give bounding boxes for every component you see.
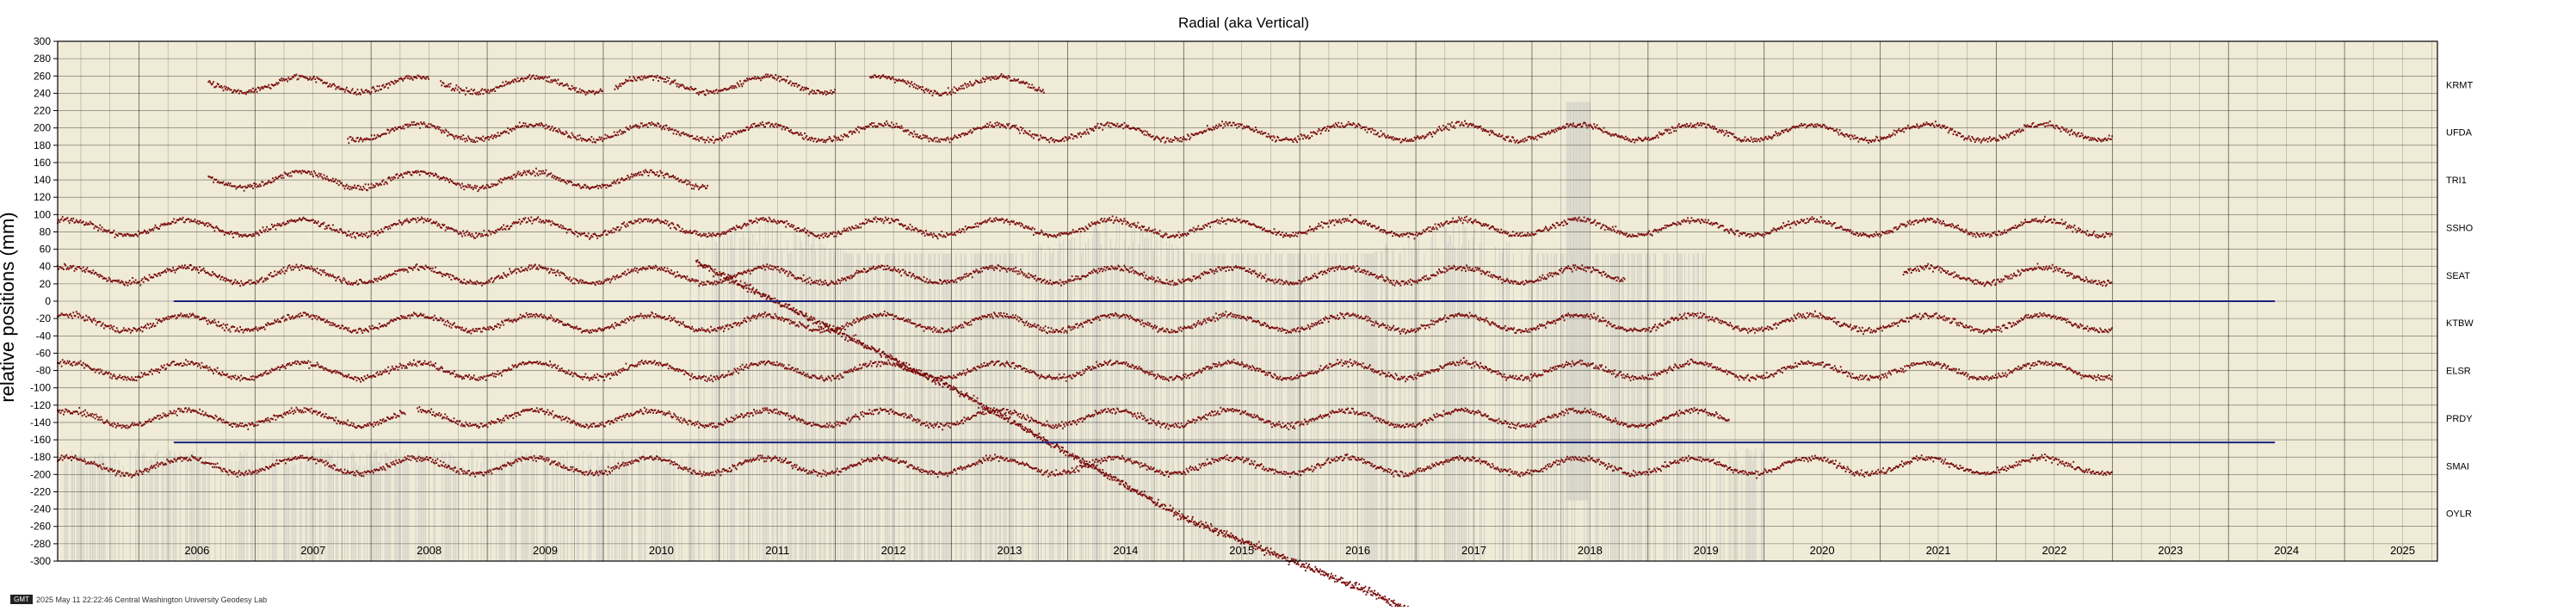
x-tick-label: 2019 bbox=[1694, 544, 1719, 557]
chart-title: Radial (aka Vertical) bbox=[1178, 15, 1309, 31]
y-tick-label: 120 bbox=[34, 191, 51, 203]
x-tick-label: 2021 bbox=[1926, 544, 1951, 557]
x-tick-label: 2018 bbox=[1578, 544, 1603, 557]
y-tick-label: 280 bbox=[34, 52, 51, 65]
y-tick-label: 60 bbox=[40, 244, 52, 256]
y-tick-label: -100 bbox=[30, 382, 51, 394]
chart-canvas: Radial (aka Vertical) relative positions… bbox=[0, 0, 2576, 611]
y-tick-label: -80 bbox=[36, 365, 52, 377]
plot-area: KRMT UFDA TRI1 SSHO SEAT KTBW ELSR PRDY SMAI OYLR… bbox=[30, 35, 2474, 611]
y-tick-label: 140 bbox=[34, 174, 51, 186]
y-tick-label: -220 bbox=[30, 485, 51, 497]
station-label-ktbw: KTBW bbox=[2446, 318, 2474, 329]
footer-timestamp: 2025 May 11 22:22:46 Central Washington … bbox=[36, 596, 268, 604]
x-tick-label: 2010 bbox=[649, 544, 674, 557]
y-tick-label: -180 bbox=[30, 451, 51, 463]
y-tick-label: 240 bbox=[34, 87, 51, 99]
station-label-oylr: OYLR bbox=[2446, 509, 2472, 520]
x-tick-label: 2023 bbox=[2158, 544, 2183, 557]
x-tick-label: 2014 bbox=[1113, 544, 1138, 557]
gmt-logo: GMT bbox=[10, 595, 33, 604]
station-label-ssho: SSHO bbox=[2446, 223, 2474, 233]
y-tick-label: 180 bbox=[34, 139, 51, 151]
station-label-tri1: TRI1 bbox=[2446, 176, 2467, 186]
station-label-seat: SEAT bbox=[2446, 271, 2470, 281]
station-label-smai: SMAI bbox=[2446, 461, 2469, 472]
y-tick-label: -160 bbox=[30, 434, 51, 446]
x-tick-label: 2007 bbox=[300, 544, 325, 557]
x-tick-label: 2017 bbox=[1461, 544, 1486, 557]
x-tick-label: 2006 bbox=[184, 544, 209, 557]
y-tick-label: 20 bbox=[40, 278, 52, 290]
x-tick-label: 2025 bbox=[2390, 544, 2415, 557]
y-tick-label: 160 bbox=[34, 157, 51, 169]
x-tick-label: 2020 bbox=[1810, 544, 1835, 557]
y-tick-label: -300 bbox=[30, 555, 51, 567]
x-tick-label: 2013 bbox=[998, 544, 1022, 557]
y-tick-label: -20 bbox=[36, 312, 52, 324]
x-tick-label: 2012 bbox=[881, 544, 906, 557]
y-tick-label: 220 bbox=[34, 105, 51, 117]
y-tick-label: 260 bbox=[34, 70, 51, 82]
x-tick-label: 2011 bbox=[765, 544, 789, 557]
y-tick-label: 40 bbox=[40, 261, 52, 273]
x-tick-label: 2022 bbox=[2042, 544, 2066, 557]
gnss-timeseries-chart: Radial (aka Vertical) relative positions… bbox=[0, 15, 2474, 611]
station-label-ufda: UFDA bbox=[2446, 128, 2473, 139]
y-tick-label: -280 bbox=[30, 538, 51, 550]
y-tick-label: -200 bbox=[30, 468, 51, 480]
y-tick-label: 200 bbox=[34, 122, 51, 134]
x-tick-label: 2016 bbox=[1345, 544, 1370, 557]
x-tick-label: 2024 bbox=[2274, 544, 2299, 557]
y-tick-label: -60 bbox=[36, 347, 52, 359]
y-tick-label: -240 bbox=[30, 503, 51, 515]
y-tick-label: 100 bbox=[34, 208, 51, 220]
y-tick-label: -120 bbox=[30, 399, 51, 411]
y-tick-label: 0 bbox=[45, 295, 51, 307]
station-label-prdy: PRDY bbox=[2446, 414, 2473, 424]
x-tick-label: 2015 bbox=[1229, 544, 1254, 557]
x-tick-label: 2008 bbox=[417, 544, 442, 557]
y-axis-label: relative positions (mm) bbox=[0, 212, 18, 402]
y-tick-label: -40 bbox=[36, 330, 52, 342]
station-label-elsr: ELSR bbox=[2446, 367, 2471, 377]
y-tick-label: -260 bbox=[30, 521, 51, 533]
y-tick-label: 300 bbox=[34, 35, 51, 47]
y-tick-label: -140 bbox=[30, 417, 51, 429]
y-tick-label: 80 bbox=[40, 225, 52, 238]
x-tick-label: 2009 bbox=[533, 544, 558, 557]
station-label-krmt: KRMT bbox=[2446, 80, 2473, 90]
